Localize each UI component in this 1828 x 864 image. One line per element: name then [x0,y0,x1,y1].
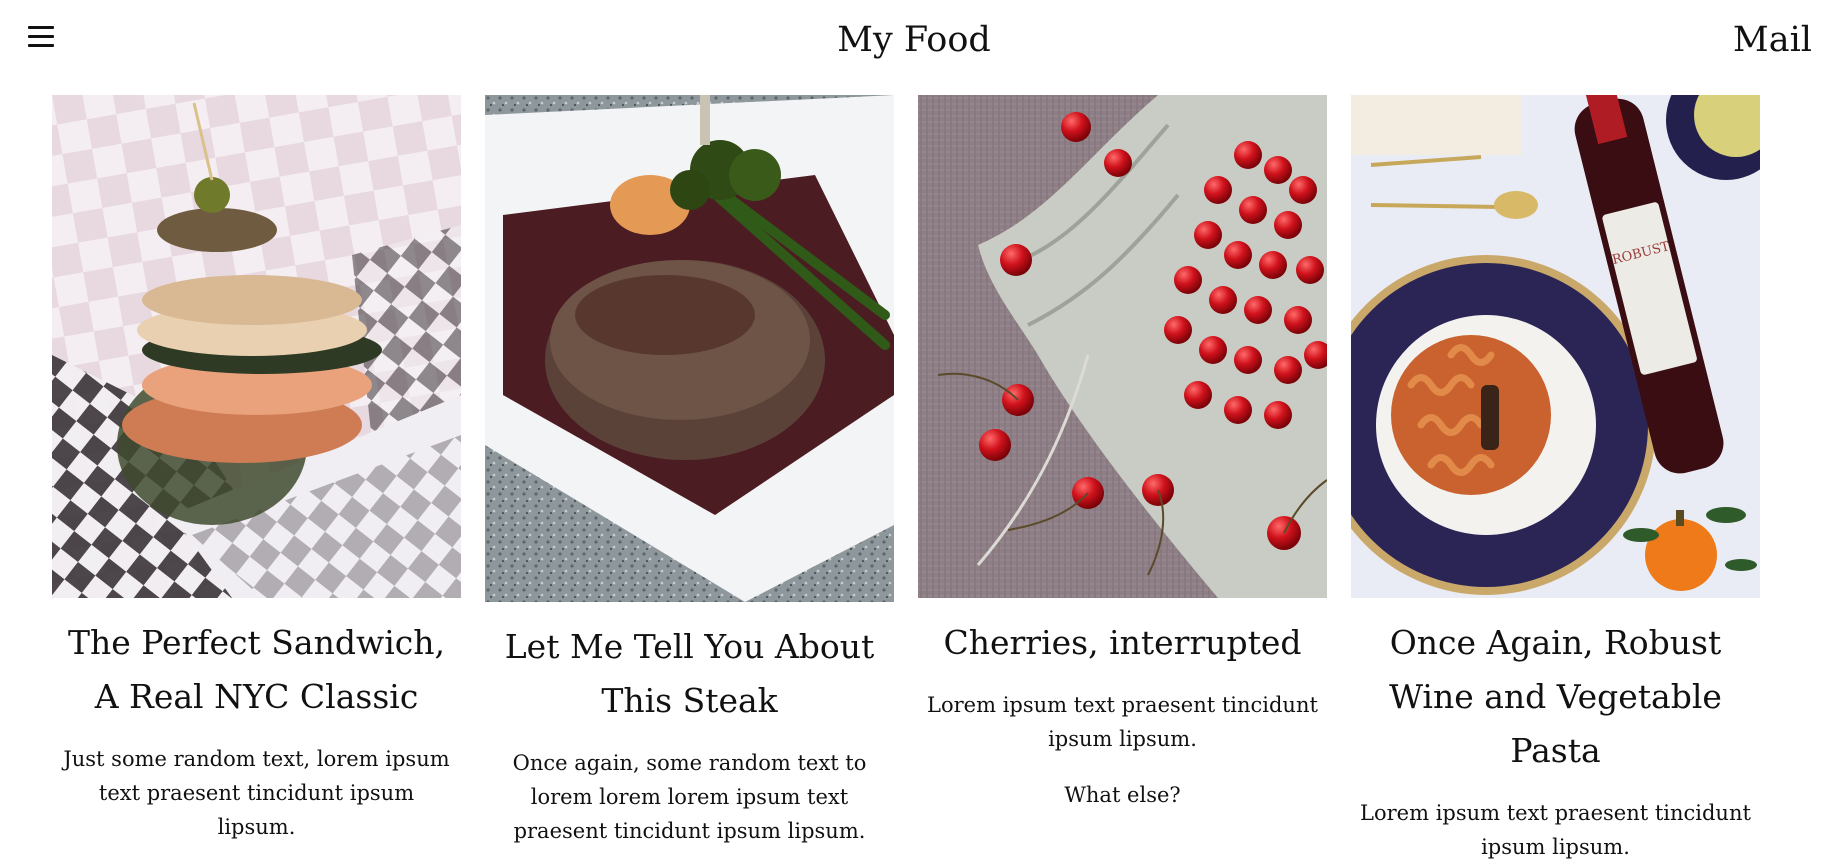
sandwich-image [52,95,461,598]
post-card-sandwich: The Perfect Sandwich, A Real NYC Classic… [52,95,461,844]
post-card-steak: Let Me Tell You About This Steak Once ag… [485,95,894,848]
post-excerpt-extra: What else? [1064,783,1181,807]
steak-photo[interactable] [485,95,894,602]
post-excerpt: Once again, some random text to lorem lo… [512,751,867,843]
post-excerpt: Lorem ipsum text praesent tincidunt ipsu… [1360,801,1751,859]
site-title: My Food [837,20,991,60]
post-card-wine-pasta: ROBUST Once Again, Robust Wine and Veget… [1351,95,1760,864]
cherries-image [918,95,1327,598]
post-title[interactable]: Let Me Tell You About This Steak [495,620,884,728]
post-card-cherries: Cherries, interrupted Lorem ipsum text p… [918,95,1327,812]
post-title[interactable]: Once Again, Robust Wine and Vegetable Pa… [1361,616,1750,778]
sandwich-photo[interactable] [52,95,461,598]
cherries-photo[interactable] [918,95,1327,598]
top-bar: My Food Mail [0,0,1828,80]
post-excerpt: Lorem ipsum text praesent tincidunt ipsu… [927,693,1318,751]
steak-image [485,95,894,602]
hamburger-menu-icon[interactable] [26,22,56,52]
post-excerpt: Just some random text, lorem ipsum text … [63,747,450,839]
wine-pasta-image: ROBUST [1351,95,1760,598]
post-title[interactable]: Cherries, interrupted [928,616,1317,670]
mail-link[interactable]: Mail [1733,18,1812,62]
wine-pasta-photo[interactable]: ROBUST [1351,95,1760,598]
post-title[interactable]: The Perfect Sandwich, A Real NYC Classic [62,616,451,724]
